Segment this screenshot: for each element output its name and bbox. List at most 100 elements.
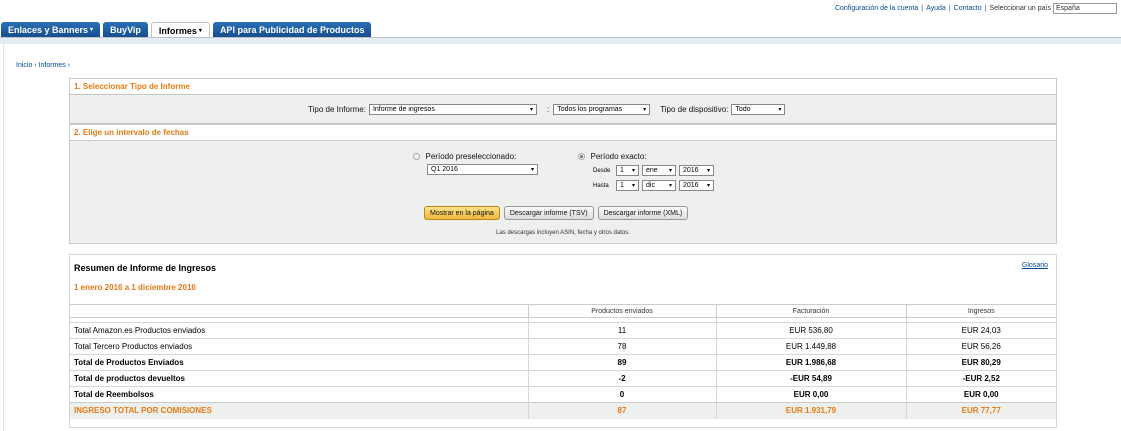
billing-cell: EUR 1.931,79 <box>715 402 906 419</box>
total-row: INGRESO TOTAL POR COMISIONES 87 EUR 1.93… <box>70 402 1056 419</box>
tab-label: Informes <box>158 25 197 36</box>
date-range-panel: 2. Elige un intervalo de fechas Período … <box>69 124 1057 244</box>
column-header: Facturación <box>715 304 906 318</box>
programs-select[interactable]: Todos los programas ▾ <box>553 104 651 115</box>
to-year-select[interactable]: 2016 ▾ <box>679 180 714 191</box>
row-label: Total de productos devueltos <box>70 370 528 387</box>
download-xml-button[interactable]: Descargar informe (XML) <box>597 206 689 220</box>
chevron-down-icon: ▾ <box>90 27 94 33</box>
shipped-cell: 89 <box>527 354 716 371</box>
shipped-cell: -2 <box>527 370 716 387</box>
billing-cell: EUR 1.449,88 <box>715 338 906 355</box>
chevron-down-icon: ▾ <box>198 28 202 34</box>
chevron-down-icon: ▾ <box>631 183 635 189</box>
chevron-down-icon: ▾ <box>778 107 782 113</box>
select-value: 2016 <box>683 182 699 189</box>
billing-cell: -EUR 54,89 <box>715 370 906 387</box>
chevron-down-icon: ▾ <box>643 107 647 113</box>
summary-table: Productos enviados Facturación Ingresos … <box>70 304 1056 419</box>
report-type-label: Tipo de Informe: <box>308 105 366 114</box>
tab-label: API para Publicidad de Productos <box>219 24 365 35</box>
select-value: 2016 <box>683 167 699 174</box>
date-range-text: 1 enero 2016 a 1 diciembre 2016 <box>74 283 196 292</box>
tab-reports[interactable]: Informes ▾ <box>150 22 210 38</box>
select-value: ene <box>646 167 658 174</box>
row-label: INGRESO TOTAL POR COMISIONES <box>70 402 528 419</box>
separator: | <box>921 5 924 12</box>
tab-label: Enlaces y Banners <box>8 24 89 35</box>
billing-cell: EUR 536,80 <box>715 322 906 339</box>
select-value: Q1 2016 <box>431 166 458 173</box>
income-cell: EUR 80,29 <box>905 354 1056 371</box>
country-label: Seleccionar un país <box>989 5 1051 12</box>
help-link[interactable]: Ayuda <box>926 5 946 12</box>
section-title: 2. Elige un intervalo de fechas <box>70 125 1056 141</box>
income-cell: -EUR 2,52 <box>905 370 1056 387</box>
preset-period-radio[interactable] <box>413 153 420 161</box>
income-cell: EUR 56,26 <box>905 338 1056 355</box>
chevron-down-icon: ▾ <box>706 183 710 189</box>
row-label: Total de Productos Enviados <box>70 354 528 371</box>
separator: : <box>546 105 550 114</box>
country-select[interactable]: España <box>1053 3 1117 14</box>
account-settings-link[interactable]: Configuración de la cuenta <box>835 5 918 12</box>
chevron-down-icon: ▾ <box>530 167 534 173</box>
row-label: Total Tercero Productos enviados <box>70 338 528 355</box>
select-value: 1 <box>620 167 624 174</box>
income-cell: EUR 77,77 <box>905 402 1056 419</box>
from-month-select[interactable]: ene ▾ <box>642 165 676 176</box>
tab-product-api[interactable]: API para Publicidad de Productos <box>212 22 372 37</box>
download-tsv-button[interactable]: Descargar informe (TSV) <box>503 206 594 220</box>
table-row: Total Amazon.es Productos enviados 11 EU… <box>70 322 1056 339</box>
report-type-panel: 1. Seleccionar Tipo de Informe Tipo de I… <box>69 78 1057 124</box>
chevron-down-icon: ▾ <box>668 183 672 189</box>
income-cell: EUR 0,00 <box>905 386 1056 403</box>
chevron-down-icon: ▾ <box>706 168 710 174</box>
chevron-down-icon: ▾ <box>668 168 672 174</box>
table-row: Total de Productos Enviados 89 EUR 1.986… <box>70 354 1056 371</box>
left-divider <box>3 44 4 431</box>
top-links: Configuración de la cuenta | Ayuda | Con… <box>835 3 1117 14</box>
select-value: dic <box>646 182 655 189</box>
shipped-cell: 87 <box>527 402 716 419</box>
summary-title: Resumen de Informe de Ingresos <box>74 263 217 273</box>
separator: | <box>984 5 987 12</box>
shipped-cell: 0 <box>527 386 716 403</box>
table-row: Total de productos devueltos -2 -EUR 54,… <box>70 370 1056 387</box>
section-title: 1. Seleccionar Tipo de Informe <box>70 79 1056 95</box>
select-value: Todos los programas <box>557 106 623 113</box>
glossary-link[interactable]: Glosario <box>1022 262 1048 269</box>
column-header: Ingresos <box>905 304 1056 318</box>
exact-period-radio[interactable] <box>578 153 585 161</box>
to-day-select[interactable]: 1 ▾ <box>616 180 639 191</box>
income-cell: EUR 24,03 <box>905 322 1056 339</box>
select-value: 1 <box>620 182 624 189</box>
select-value: Informe de ingresos <box>372 106 435 113</box>
chevron-down-icon: ▾ <box>529 107 533 113</box>
to-month-select[interactable]: dic ▾ <box>642 180 676 191</box>
tab-links-banners[interactable]: Enlaces y Banners ▾ <box>1 22 101 37</box>
show-on-page-button[interactable]: Mostrar en la página <box>424 206 500 220</box>
shipped-cell: 78 <box>527 338 716 355</box>
from-year-select[interactable]: 2016 ▾ <box>679 165 714 176</box>
from-day-select[interactable]: 1 ▾ <box>616 165 639 176</box>
column-header: Productos enviados <box>527 304 716 318</box>
column-header <box>70 304 528 318</box>
row-label: Total de Reembolsos <box>70 386 528 403</box>
preset-period-select[interactable]: Q1 2016 ▾ <box>427 164 538 175</box>
device-type-select[interactable]: Todo ▾ <box>731 104 786 115</box>
table-row: Total de Reembolsos 0 EUR 0,00 EUR 0,00 <box>70 386 1056 403</box>
from-label: Desde <box>593 167 611 174</box>
shipped-cell: 11 <box>527 322 716 339</box>
income-summary: Resumen de Informe de Ingresos Glosario … <box>69 254 1057 428</box>
breadcrumb[interactable]: Inicio › Informes › <box>16 62 70 69</box>
row-label: Total Amazon.es Productos enviados <box>70 322 528 339</box>
separator: | <box>948 5 951 12</box>
tab-buyvip[interactable]: BuyVip <box>103 22 148 37</box>
billing-cell: EUR 0,00 <box>715 386 906 403</box>
contact-link[interactable]: Contacto <box>954 5 982 12</box>
tab-label: BuyVip <box>110 24 141 35</box>
preset-period-label: Período preseleccionado: <box>425 152 517 161</box>
report-type-select[interactable]: Informe de ingresos ▾ <box>368 104 537 115</box>
device-type-label: Tipo de dispositivo: <box>660 105 729 114</box>
